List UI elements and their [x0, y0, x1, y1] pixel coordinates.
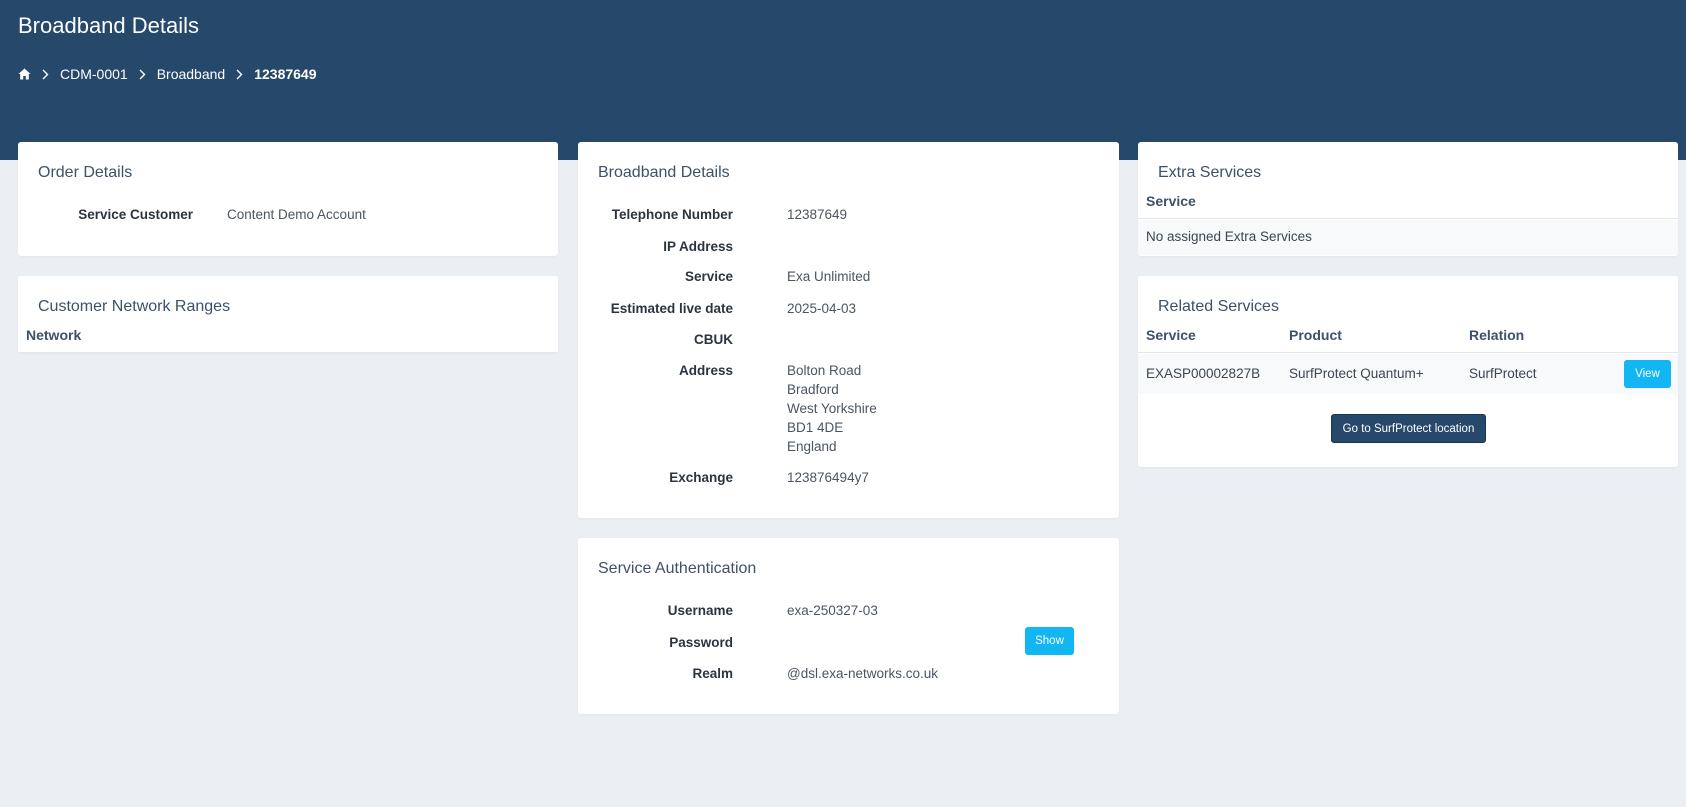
realm-value: @dsl.exa-networks.co.uk	[787, 666, 939, 681]
column-network: Network	[26, 327, 82, 343]
row-product: SurfProtect Quantum+	[1289, 366, 1424, 381]
password-label: Password	[669, 635, 733, 650]
breadcrumb: CDM-0001 Broadband 12387649	[18, 66, 317, 82]
service-customer-value: Content Demo Account	[227, 207, 366, 222]
estimated-live-date-label: Estimated live date	[610, 301, 733, 316]
card-title: Related Services	[1158, 298, 1279, 315]
ip-address-label: IP Address	[663, 239, 733, 254]
broadband-details-card: Broadband Details Telephone Number 12387…	[578, 142, 1119, 518]
telephone-number-value: 12387649	[787, 207, 848, 222]
card-title: Service Authentication	[598, 560, 757, 577]
address-line: Bolton Road	[787, 363, 862, 378]
exchange-value: 123876494y7	[787, 470, 869, 485]
goto-surfprotect-button[interactable]: Go to SurfProtect location	[1331, 414, 1486, 443]
column-relation: Relation	[1469, 327, 1525, 343]
card-title: Broadband Details	[598, 164, 730, 181]
service-authentication-card: Service Authentication Username exa-2503…	[578, 538, 1119, 714]
username-value: exa-250327-03	[787, 603, 878, 618]
chevron-right-icon	[139, 69, 146, 80]
address-line: England	[787, 439, 837, 454]
row-service: EXASP00002827B	[1146, 366, 1261, 381]
column-service: Service	[1146, 327, 1196, 343]
address-line: Bradford	[787, 382, 839, 397]
service-label: Service	[684, 269, 733, 284]
row-relation: SurfProtect	[1469, 366, 1537, 381]
page-title: Broadband Details	[18, 13, 200, 38]
chevron-right-icon	[236, 69, 243, 80]
exchange-label: Exchange	[669, 470, 733, 485]
show-password-button[interactable]: Show	[1025, 627, 1074, 655]
table-header: Network	[18, 319, 558, 353]
card-title: Customer Network Ranges	[38, 298, 231, 315]
address-line: West Yorkshire	[787, 401, 877, 416]
order-details-card: Order Details Service Customer Content D…	[18, 142, 558, 256]
column-service: Service	[1146, 193, 1196, 209]
extra-services-card: Extra Services Service No assigned Extra…	[1138, 142, 1678, 256]
related-services-card: Related Services Service Product Relatio…	[1138, 276, 1678, 467]
address-value: Bolton Road Bradford West Yorkshire BD1 …	[787, 361, 877, 456]
table-row: No assigned Extra Services	[1138, 220, 1678, 255]
service-customer-label: Service Customer	[78, 207, 193, 222]
view-button[interactable]: View	[1624, 360, 1671, 388]
estimated-live-date-value: 2025-04-03	[787, 301, 857, 316]
address-label: Address	[678, 363, 733, 378]
breadcrumb-broadband[interactable]: Broadband	[157, 66, 226, 82]
column-product: Product	[1289, 327, 1342, 343]
breadcrumb-current: 12387649	[254, 66, 317, 82]
breadcrumb-customer[interactable]: CDM-0001	[60, 66, 128, 82]
service-value: Exa Unlimited	[787, 269, 871, 284]
address-line: BD1 4DE	[787, 420, 844, 435]
empty-text: No assigned Extra Services	[1146, 229, 1312, 244]
card-title: Extra Services	[1158, 164, 1262, 181]
realm-label: Realm	[692, 666, 733, 681]
chevron-right-icon	[42, 69, 49, 80]
home-icon[interactable]	[18, 68, 31, 80]
cbuk-label: CBUK	[694, 332, 733, 347]
card-title: Order Details	[38, 164, 133, 181]
table-header: Service	[1138, 185, 1678, 219]
network-ranges-card: Customer Network Ranges Network	[18, 276, 558, 353]
telephone-number-label: Telephone Number	[611, 207, 733, 222]
table-header: Service Product Relation	[1138, 319, 1678, 353]
username-label: Username	[667, 603, 733, 618]
table-row: EXASP00002827B SurfProtect Quantum+ Surf…	[1138, 354, 1678, 394]
